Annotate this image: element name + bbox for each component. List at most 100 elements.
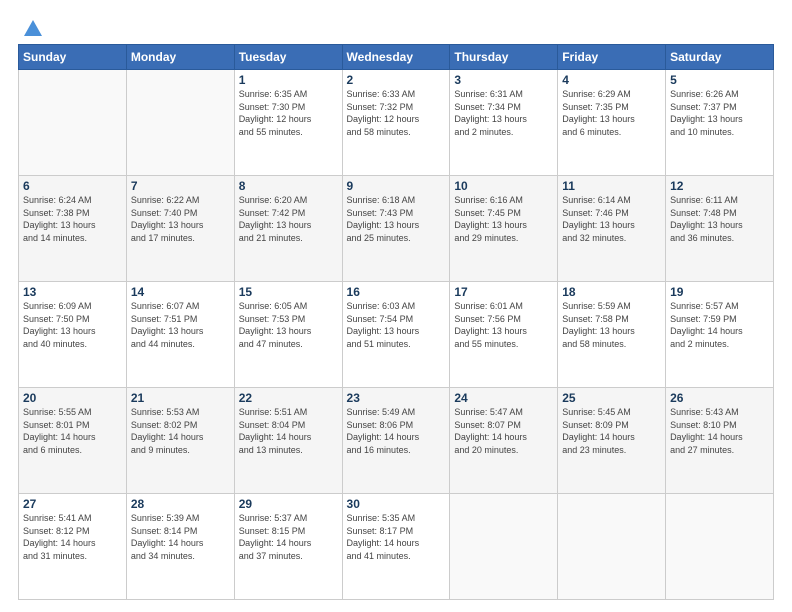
day-info: Sunrise: 5:49 AM Sunset: 8:06 PM Dayligh… <box>347 406 446 456</box>
logo <box>18 18 44 36</box>
day-number: 14 <box>131 285 230 299</box>
day-number: 10 <box>454 179 553 193</box>
calendar-cell: 8Sunrise: 6:20 AM Sunset: 7:42 PM Daylig… <box>234 176 342 282</box>
calendar-cell: 6Sunrise: 6:24 AM Sunset: 7:38 PM Daylig… <box>19 176 127 282</box>
day-number: 16 <box>347 285 446 299</box>
day-info: Sunrise: 6:16 AM Sunset: 7:45 PM Dayligh… <box>454 194 553 244</box>
day-number: 1 <box>239 73 338 87</box>
calendar-cell: 15Sunrise: 6:05 AM Sunset: 7:53 PM Dayli… <box>234 282 342 388</box>
day-number: 5 <box>670 73 769 87</box>
calendar-cell: 17Sunrise: 6:01 AM Sunset: 7:56 PM Dayli… <box>450 282 558 388</box>
calendar-cell: 5Sunrise: 6:26 AM Sunset: 7:37 PM Daylig… <box>666 70 774 176</box>
calendar-cell: 1Sunrise: 6:35 AM Sunset: 7:30 PM Daylig… <box>234 70 342 176</box>
calendar-cell: 27Sunrise: 5:41 AM Sunset: 8:12 PM Dayli… <box>19 494 127 600</box>
day-info: Sunrise: 6:20 AM Sunset: 7:42 PM Dayligh… <box>239 194 338 244</box>
day-info: Sunrise: 6:29 AM Sunset: 7:35 PM Dayligh… <box>562 88 661 138</box>
day-number: 19 <box>670 285 769 299</box>
calendar-week-3: 13Sunrise: 6:09 AM Sunset: 7:50 PM Dayli… <box>19 282 774 388</box>
weekday-header-tuesday: Tuesday <box>234 45 342 70</box>
calendar-cell: 12Sunrise: 6:11 AM Sunset: 7:48 PM Dayli… <box>666 176 774 282</box>
day-number: 30 <box>347 497 446 511</box>
calendar-week-1: 1Sunrise: 6:35 AM Sunset: 7:30 PM Daylig… <box>19 70 774 176</box>
calendar-cell: 2Sunrise: 6:33 AM Sunset: 7:32 PM Daylig… <box>342 70 450 176</box>
weekday-header-thursday: Thursday <box>450 45 558 70</box>
calendar-cell: 30Sunrise: 5:35 AM Sunset: 8:17 PM Dayli… <box>342 494 450 600</box>
day-info: Sunrise: 5:51 AM Sunset: 8:04 PM Dayligh… <box>239 406 338 456</box>
weekday-header-sunday: Sunday <box>19 45 127 70</box>
day-number: 28 <box>131 497 230 511</box>
calendar-cell: 10Sunrise: 6:16 AM Sunset: 7:45 PM Dayli… <box>450 176 558 282</box>
calendar-cell <box>666 494 774 600</box>
calendar-cell <box>558 494 666 600</box>
day-info: Sunrise: 5:35 AM Sunset: 8:17 PM Dayligh… <box>347 512 446 562</box>
day-info: Sunrise: 5:47 AM Sunset: 8:07 PM Dayligh… <box>454 406 553 456</box>
day-info: Sunrise: 6:33 AM Sunset: 7:32 PM Dayligh… <box>347 88 446 138</box>
calendar-cell: 20Sunrise: 5:55 AM Sunset: 8:01 PM Dayli… <box>19 388 127 494</box>
day-info: Sunrise: 6:11 AM Sunset: 7:48 PM Dayligh… <box>670 194 769 244</box>
calendar-week-2: 6Sunrise: 6:24 AM Sunset: 7:38 PM Daylig… <box>19 176 774 282</box>
day-number: 29 <box>239 497 338 511</box>
day-number: 6 <box>23 179 122 193</box>
calendar-week-5: 27Sunrise: 5:41 AM Sunset: 8:12 PM Dayli… <box>19 494 774 600</box>
day-number: 22 <box>239 391 338 405</box>
day-info: Sunrise: 5:43 AM Sunset: 8:10 PM Dayligh… <box>670 406 769 456</box>
day-info: Sunrise: 6:22 AM Sunset: 7:40 PM Dayligh… <box>131 194 230 244</box>
day-info: Sunrise: 5:57 AM Sunset: 7:59 PM Dayligh… <box>670 300 769 350</box>
day-number: 26 <box>670 391 769 405</box>
day-number: 21 <box>131 391 230 405</box>
calendar-cell <box>126 70 234 176</box>
day-info: Sunrise: 6:26 AM Sunset: 7:37 PM Dayligh… <box>670 88 769 138</box>
day-info: Sunrise: 5:41 AM Sunset: 8:12 PM Dayligh… <box>23 512 122 562</box>
calendar-cell: 7Sunrise: 6:22 AM Sunset: 7:40 PM Daylig… <box>126 176 234 282</box>
calendar-cell: 25Sunrise: 5:45 AM Sunset: 8:09 PM Dayli… <box>558 388 666 494</box>
day-number: 13 <box>23 285 122 299</box>
page: SundayMondayTuesdayWednesdayThursdayFrid… <box>0 0 792 612</box>
calendar-cell: 16Sunrise: 6:03 AM Sunset: 7:54 PM Dayli… <box>342 282 450 388</box>
day-info: Sunrise: 6:01 AM Sunset: 7:56 PM Dayligh… <box>454 300 553 350</box>
day-info: Sunrise: 6:24 AM Sunset: 7:38 PM Dayligh… <box>23 194 122 244</box>
logo-icon <box>22 18 44 40</box>
day-info: Sunrise: 5:39 AM Sunset: 8:14 PM Dayligh… <box>131 512 230 562</box>
weekday-header-monday: Monday <box>126 45 234 70</box>
day-number: 7 <box>131 179 230 193</box>
day-number: 8 <box>239 179 338 193</box>
header <box>18 18 774 36</box>
day-number: 24 <box>454 391 553 405</box>
day-number: 2 <box>347 73 446 87</box>
calendar-cell <box>19 70 127 176</box>
day-number: 11 <box>562 179 661 193</box>
day-number: 17 <box>454 285 553 299</box>
day-info: Sunrise: 5:45 AM Sunset: 8:09 PM Dayligh… <box>562 406 661 456</box>
calendar-cell: 4Sunrise: 6:29 AM Sunset: 7:35 PM Daylig… <box>558 70 666 176</box>
calendar-cell: 21Sunrise: 5:53 AM Sunset: 8:02 PM Dayli… <box>126 388 234 494</box>
day-number: 27 <box>23 497 122 511</box>
day-number: 9 <box>347 179 446 193</box>
calendar-header-row: SundayMondayTuesdayWednesdayThursdayFrid… <box>19 45 774 70</box>
day-info: Sunrise: 5:37 AM Sunset: 8:15 PM Dayligh… <box>239 512 338 562</box>
day-info: Sunrise: 5:59 AM Sunset: 7:58 PM Dayligh… <box>562 300 661 350</box>
day-number: 23 <box>347 391 446 405</box>
weekday-header-wednesday: Wednesday <box>342 45 450 70</box>
day-number: 20 <box>23 391 122 405</box>
calendar-cell: 24Sunrise: 5:47 AM Sunset: 8:07 PM Dayli… <box>450 388 558 494</box>
day-info: Sunrise: 6:14 AM Sunset: 7:46 PM Dayligh… <box>562 194 661 244</box>
day-number: 3 <box>454 73 553 87</box>
calendar-cell: 3Sunrise: 6:31 AM Sunset: 7:34 PM Daylig… <box>450 70 558 176</box>
calendar-cell: 14Sunrise: 6:07 AM Sunset: 7:51 PM Dayli… <box>126 282 234 388</box>
calendar-cell: 29Sunrise: 5:37 AM Sunset: 8:15 PM Dayli… <box>234 494 342 600</box>
day-number: 4 <box>562 73 661 87</box>
calendar-cell: 23Sunrise: 5:49 AM Sunset: 8:06 PM Dayli… <box>342 388 450 494</box>
calendar-cell: 13Sunrise: 6:09 AM Sunset: 7:50 PM Dayli… <box>19 282 127 388</box>
calendar-cell: 22Sunrise: 5:51 AM Sunset: 8:04 PM Dayli… <box>234 388 342 494</box>
day-info: Sunrise: 6:03 AM Sunset: 7:54 PM Dayligh… <box>347 300 446 350</box>
day-info: Sunrise: 6:31 AM Sunset: 7:34 PM Dayligh… <box>454 88 553 138</box>
calendar-week-4: 20Sunrise: 5:55 AM Sunset: 8:01 PM Dayli… <box>19 388 774 494</box>
calendar-cell: 11Sunrise: 6:14 AM Sunset: 7:46 PM Dayli… <box>558 176 666 282</box>
calendar-table: SundayMondayTuesdayWednesdayThursdayFrid… <box>18 44 774 600</box>
day-info: Sunrise: 6:05 AM Sunset: 7:53 PM Dayligh… <box>239 300 338 350</box>
day-info: Sunrise: 6:07 AM Sunset: 7:51 PM Dayligh… <box>131 300 230 350</box>
day-number: 12 <box>670 179 769 193</box>
calendar-cell: 26Sunrise: 5:43 AM Sunset: 8:10 PM Dayli… <box>666 388 774 494</box>
calendar-cell: 9Sunrise: 6:18 AM Sunset: 7:43 PM Daylig… <box>342 176 450 282</box>
day-info: Sunrise: 6:09 AM Sunset: 7:50 PM Dayligh… <box>23 300 122 350</box>
